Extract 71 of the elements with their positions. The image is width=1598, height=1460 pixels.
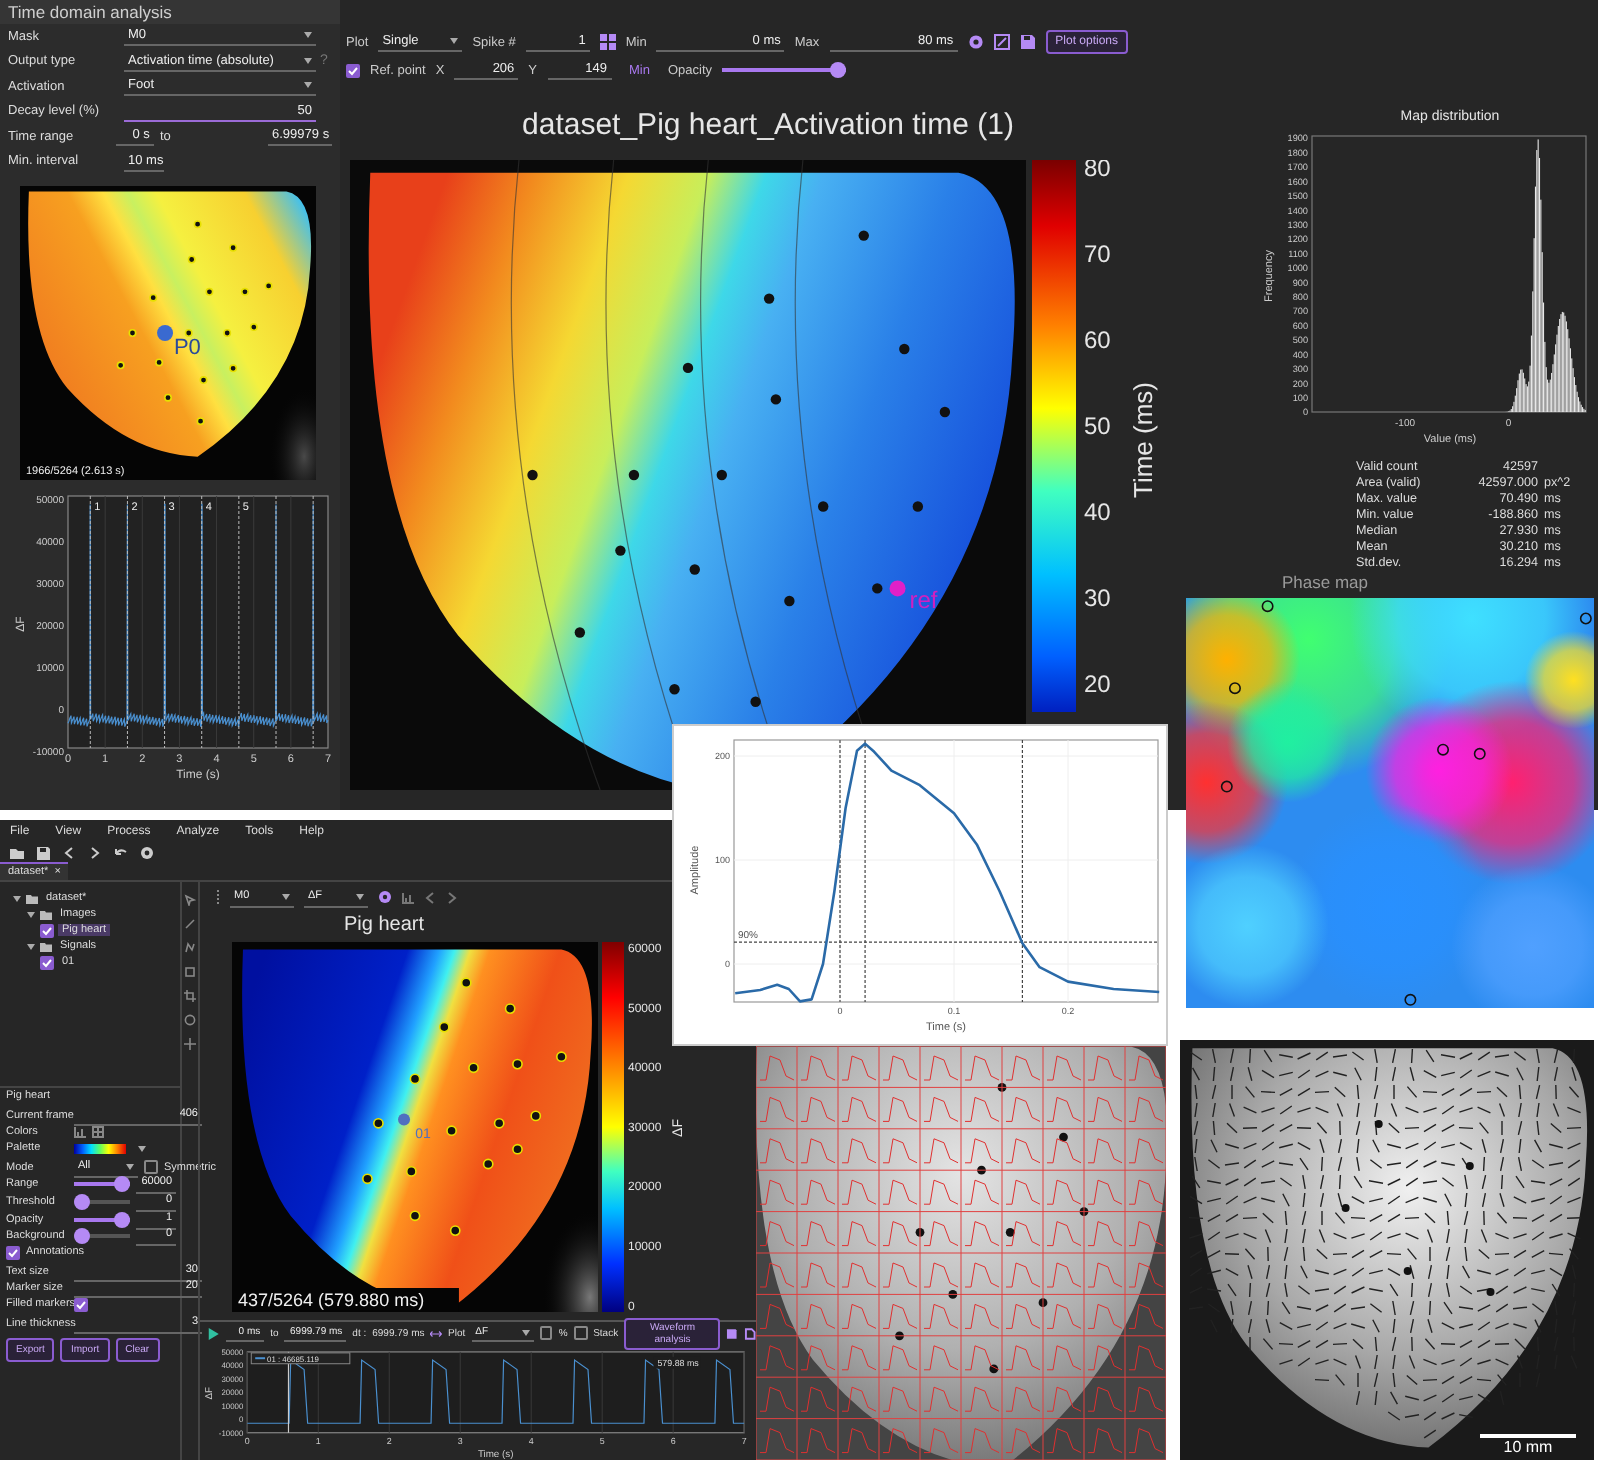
rectangle-icon[interactable]	[184, 966, 196, 978]
axis-tick-label: 40	[1084, 498, 1111, 526]
checkbox[interactable]	[573, 1326, 588, 1341]
caret-icon[interactable]	[521, 1329, 530, 1336]
marker-label: P0	[173, 335, 201, 360]
checkbox[interactable]	[40, 955, 54, 969]
folder-icon[interactable]	[40, 941, 52, 951]
caret-icon[interactable]	[356, 893, 364, 900]
axis-tick-label: 20	[1084, 670, 1111, 698]
marker-label: ref	[909, 586, 938, 615]
grid-icon[interactable]	[92, 1125, 104, 1138]
handle-icon[interactable]	[216, 890, 220, 905]
caret-icon[interactable]	[450, 38, 459, 44]
image-title: Phase map	[1280, 570, 1370, 596]
axis-tick-label: 70	[1084, 240, 1111, 268]
crop-icon[interactable]	[184, 990, 196, 1002]
slider-thumb[interactable]	[74, 1228, 90, 1245]
caret-icon[interactable]	[138, 1145, 146, 1152]
palette-bar[interactable]	[74, 1143, 126, 1154]
checkbox[interactable]	[144, 1160, 158, 1175]
slider[interactable]	[74, 1176, 130, 1193]
settings-icon[interactable]	[967, 34, 984, 50]
move-icon[interactable]	[184, 1038, 196, 1050]
save-icon[interactable]	[1019, 34, 1036, 50]
grid-icon[interactable]	[599, 34, 616, 50]
caret-icon[interactable]	[126, 1163, 134, 1170]
map-title: dataset_Pig heart_Activation time (1)	[520, 108, 1016, 146]
caret-icon[interactable]	[282, 893, 290, 900]
back-icon[interactable]	[62, 845, 76, 859]
checkbox[interactable]	[539, 1326, 553, 1341]
checkbox[interactable]	[346, 63, 360, 77]
circle-icon[interactable]	[184, 1014, 196, 1026]
checkbox[interactable]	[6, 1245, 20, 1260]
axis-tick-label: 60	[1084, 326, 1111, 354]
axis-tick-label: 50	[1084, 412, 1111, 440]
undo-icon[interactable]	[114, 845, 128, 859]
polyline-icon[interactable]	[184, 942, 196, 954]
slider-thumb[interactable]	[114, 1176, 130, 1193]
caret-icon[interactable]	[304, 57, 312, 64]
slider-thumb[interactable]	[74, 1193, 90, 1210]
caret-icon[interactable]	[304, 82, 312, 89]
image-title: Pig heart	[344, 911, 425, 940]
axis-tick-label: 30	[1084, 584, 1111, 612]
slider[interactable]	[74, 1193, 130, 1210]
chart-icon[interactable]	[402, 891, 414, 904]
line-icon[interactable]	[184, 918, 196, 930]
expander-icon[interactable]	[26, 941, 36, 951]
settings-icon[interactable]	[378, 890, 392, 905]
checkbox[interactable]	[40, 923, 54, 937]
slider-thumb[interactable]	[114, 1211, 130, 1228]
chart-icon[interactable]	[74, 1125, 86, 1138]
pointer-icon[interactable]	[184, 894, 196, 906]
caret-icon[interactable]	[304, 32, 312, 39]
export-icon[interactable]	[744, 1327, 756, 1340]
double-arrow-icon[interactable]	[430, 1327, 443, 1340]
frame-label: 437/5264 (579.880 ms)	[238, 1289, 425, 1310]
expander-icon[interactable]	[12, 893, 22, 903]
settings-icon[interactable]	[140, 845, 154, 859]
edit-icon[interactable]	[993, 34, 1010, 50]
slider-thumb[interactable]	[830, 62, 847, 78]
save-icon[interactable]	[726, 1327, 739, 1340]
save-icon[interactable]	[36, 845, 50, 859]
scale-bar	[1480, 1434, 1576, 1438]
slider[interactable]	[722, 62, 847, 78]
panel-title: Time domain analysis	[0, 0, 340, 24]
play-icon[interactable]	[208, 1327, 220, 1340]
forward-icon[interactable]	[88, 845, 102, 859]
slider[interactable]	[74, 1211, 130, 1228]
scale-label: 10 mm	[1503, 1438, 1553, 1456]
axis-label: Time (ms)	[1128, 382, 1158, 498]
expander-icon[interactable]	[26, 909, 36, 919]
